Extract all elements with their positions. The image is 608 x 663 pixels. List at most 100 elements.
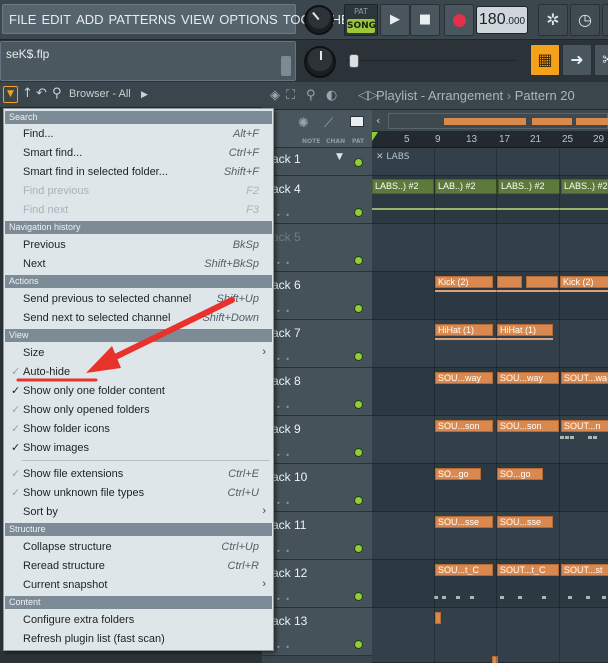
menu-item-show-unknown-types[interactable]: ✓ Show unknown file types Ctrl+U xyxy=(5,484,272,503)
menu-item-sort-by[interactable]: Sort by › xyxy=(5,503,272,522)
audio-clip[interactable]: SOU...sse xyxy=(435,516,493,528)
menu-item-refresh-plugins[interactable]: Refresh plugin list (fast scan) xyxy=(5,630,272,649)
audio-clip[interactable]: SOUT...st xyxy=(561,564,608,576)
audio-clip[interactable]: SOU...t_C xyxy=(435,564,493,576)
track-row[interactable]: ack 7 • • xyxy=(262,320,372,368)
track-lane[interactable]: Kick (2) Kick (2) xyxy=(372,272,608,320)
menu-item-reread-structure[interactable]: Reread structure Ctrl+R xyxy=(5,557,272,576)
browser-options-button[interactable]: ▼ xyxy=(3,86,18,103)
track-lane[interactable]: SOU...way SOU...way SOUT...wa xyxy=(372,368,608,416)
pattern-clip[interactable]: Kick (2) xyxy=(560,276,608,288)
menu-item-smart-find[interactable]: Smart find... Ctrl+F xyxy=(5,144,272,163)
menu-item-next[interactable]: Next Shift+BkSp xyxy=(5,255,272,274)
audio-clip[interactable]: SOUT...t_C xyxy=(497,564,559,576)
track-row[interactable]: ack 12 • • xyxy=(262,560,372,608)
master-pitch-knob[interactable] xyxy=(304,46,336,78)
audio-clip-marker[interactable] xyxy=(492,656,498,663)
track-lane[interactable]: ✕ LABS xyxy=(372,148,608,176)
waveform-icon[interactable]: ✺ xyxy=(298,116,309,131)
track-mute-led[interactable] xyxy=(354,304,363,313)
track-mute-led[interactable] xyxy=(354,400,363,409)
menu-add[interactable]: ADD xyxy=(76,12,103,27)
track-lane[interactable] xyxy=(372,608,608,663)
play-button[interactable]: ▶ xyxy=(380,4,410,36)
arrows-icon[interactable]: ◁▷ xyxy=(358,88,378,103)
pattern-clip[interactable] xyxy=(526,276,558,288)
pattern-clip[interactable]: LAB..) #2 xyxy=(435,179,497,194)
track-mute-led[interactable] xyxy=(354,208,363,217)
playlist-menu-icon[interactable]: ◈ xyxy=(270,88,280,103)
countdown-button[interactable]: ◔ xyxy=(602,4,608,36)
menu-view[interactable]: VIEW xyxy=(181,12,214,27)
tempo-display[interactable]: 180.000 xyxy=(476,6,528,34)
pattern-clip[interactable]: LABS..) #2 xyxy=(561,179,608,194)
pattern-clip[interactable] xyxy=(497,276,522,288)
audio-clip[interactable]: SOU...way xyxy=(435,372,493,384)
menu-item-send-previous[interactable]: Send previous to selected channel Shift+U… xyxy=(5,290,272,309)
note-header[interactable]: NOTE xyxy=(302,138,320,145)
pattern-clip[interactable]: LABS..) #2 xyxy=(372,179,434,194)
track-dropdown-icon[interactable]: ▼ xyxy=(336,152,343,162)
song-position-slider[interactable] xyxy=(346,52,516,70)
track-row[interactable]: ack 10 • • xyxy=(262,464,372,512)
track-lane[interactable]: SOU...sse SOU...sse xyxy=(372,512,608,560)
automation-icon[interactable]: ⟋ xyxy=(324,116,333,131)
chan-header[interactable]: CHAN xyxy=(326,138,345,145)
stop-button[interactable]: ■ xyxy=(410,4,440,36)
audio-clip[interactable]: SOU...sse xyxy=(497,516,553,528)
cut-tool-button[interactable]: ✂ xyxy=(594,44,608,76)
snap-icon[interactable]: ◐ xyxy=(326,88,337,103)
track-lane[interactable]: LABS..) #2 LAB..) #2 LABS..) #2 LABS..) … xyxy=(372,176,608,224)
menu-item-send-next[interactable]: Send next to selected channel Shift+Down xyxy=(5,309,272,328)
arrow-up-icon[interactable]: ↑ xyxy=(22,86,33,101)
menu-item-show-folder-icons[interactable]: ✓ Show folder icons xyxy=(5,420,272,439)
track-row[interactable]: ack 1 ▼ xyxy=(262,148,372,176)
menu-item-previous[interactable]: Previous BkSp xyxy=(5,236,272,255)
audio-clip[interactable]: SOU...son xyxy=(497,420,559,432)
track-lane[interactable]: SO...go SO...go xyxy=(372,464,608,512)
playlist-grid[interactable]: ‹ 5 9 13 17 21 25 29 ✕ LABS LABS..) #2 L… xyxy=(372,110,608,663)
playlist-overview[interactable]: ‹ xyxy=(372,110,608,132)
track-lane[interactable] xyxy=(372,224,608,272)
playhead-marker[interactable] xyxy=(372,132,378,141)
search-icon[interactable]: ⚲ xyxy=(52,86,62,101)
audio-clip[interactable]: SOUT...n xyxy=(561,420,608,432)
slider-thumb[interactable] xyxy=(349,54,359,68)
menu-item-show-one-folder[interactable]: ✓ Show only one folder content xyxy=(5,382,272,401)
pattern-clip[interactable]: LABS..) #2 xyxy=(498,179,560,194)
metronome-button[interactable]: ✲ xyxy=(538,4,568,36)
track-mute-led[interactable] xyxy=(354,256,363,265)
track-row[interactable]: ack 8 • • xyxy=(262,368,372,416)
track-row[interactable]: ack 9 • • xyxy=(262,416,372,464)
chevron-right-icon[interactable]: ▶ xyxy=(141,90,148,100)
fit-icon[interactable]: ⛶ xyxy=(286,88,295,103)
track-mute-led[interactable] xyxy=(354,544,363,553)
menu-item-smart-find-folder[interactable]: Smart find in selected folder... Shift+F xyxy=(5,163,272,182)
typing-keyboard-button[interactable]: ▦ xyxy=(530,44,560,76)
pattern-clip[interactable]: HiHat (1) xyxy=(435,324,493,336)
undo-icon[interactable]: ↶ xyxy=(36,86,47,101)
menu-patterns[interactable]: PATTERNS xyxy=(109,12,176,27)
track-row[interactable]: ack 13 • • xyxy=(262,608,372,656)
track-row[interactable]: ack 5 • • xyxy=(262,224,372,272)
pat-header[interactable]: PAT xyxy=(352,138,364,145)
menu-item-show-opened-folders[interactable]: ✓ Show only opened folders xyxy=(5,401,272,420)
song-mode-button[interactable]: SONG xyxy=(347,19,376,33)
piano-icon[interactable] xyxy=(350,116,364,127)
next-window-button[interactable]: ➜ xyxy=(562,44,592,76)
scroll-left-icon[interactable]: ‹ xyxy=(376,114,380,127)
track-mute-led[interactable] xyxy=(354,352,363,361)
track-row[interactable]: ack 4 • • xyxy=(262,176,372,224)
pattern-clip[interactable]: Kick (2) xyxy=(435,276,493,288)
pattern-clip[interactable]: HiHat (1) xyxy=(497,324,553,336)
menu-file[interactable]: FILE xyxy=(9,12,36,27)
track-mute-led[interactable] xyxy=(354,448,363,457)
menu-item-configure-folders[interactable]: Configure extra folders xyxy=(5,611,272,630)
track-lane[interactable]: SOU...son SOU...son SOUT...n xyxy=(372,416,608,464)
menu-item-size[interactable]: Size › xyxy=(5,344,272,363)
menu-item-show-images[interactable]: ✓ Show images xyxy=(5,439,272,458)
record-button[interactable] xyxy=(444,4,474,36)
track-mute-led[interactable] xyxy=(354,640,363,649)
pat-song-toggle[interactable]: PAT SONG xyxy=(344,4,378,36)
audio-clip[interactable]: SO...go xyxy=(435,468,481,480)
